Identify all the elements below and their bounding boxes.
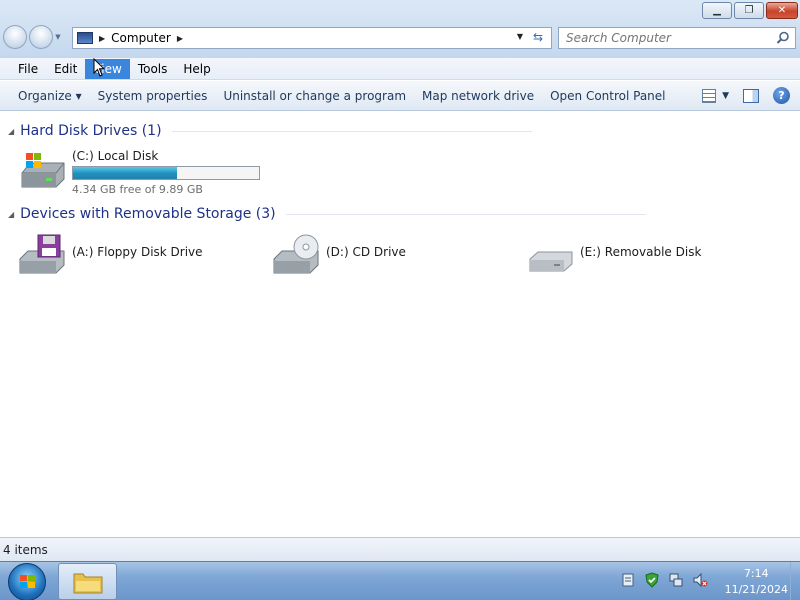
group-title: Devices with Removable Storage (3) (20, 206, 276, 222)
address-bar[interactable]: ▶ Computer ▶ ▼ ⇆ (72, 27, 552, 49)
drive-name: (D:) CD Drive (326, 245, 406, 259)
removable-storage-header[interactable]: ◢ Devices with Removable Storage (3) (8, 206, 646, 222)
group-divider (171, 130, 532, 132)
view-options-icon (702, 88, 717, 103)
back-button[interactable] (3, 25, 27, 49)
breadcrumb-arrow-icon[interactable]: ▶ (177, 34, 183, 43)
clock-time: 7:14 (743, 567, 769, 580)
drive-e[interactable]: (E:) Removable Disk (526, 233, 701, 275)
map-network-drive-button[interactable]: Map network drive (414, 89, 542, 103)
volume-muted-icon[interactable] (692, 572, 708, 588)
drive-c[interactable]: (C:) Local Disk 4.34 GB free of 9.89 GB (18, 149, 260, 196)
computer-icon (77, 32, 93, 44)
drive-free-space: 4.34 GB free of 9.89 GB (72, 183, 203, 196)
menu-tools[interactable]: Tools (130, 59, 176, 79)
command-bar: Organize ▾ System properties Uninstall o… (0, 81, 800, 111)
removable-disk-icon (529, 251, 573, 272)
windows-logo-icon (20, 575, 35, 588)
taskbar-explorer-button[interactable] (58, 563, 117, 600)
group-divider (285, 213, 646, 215)
group-title: Hard Disk Drives (1) (20, 123, 162, 139)
view-controls: ▼ ? (702, 87, 790, 104)
help-icon[interactable]: ? (773, 87, 790, 104)
uninstall-program-button[interactable]: Uninstall or change a program (215, 89, 414, 103)
collapse-triangle-icon[interactable]: ◢ (8, 127, 14, 136)
menu-bar: File Edit View Tools Help (0, 58, 800, 80)
drive-name: (A:) Floppy Disk Drive (72, 245, 203, 259)
clock-date: 11/21/2024 (724, 583, 788, 596)
floppy-drive-icon (19, 234, 65, 274)
local-disk-icon (21, 153, 65, 188)
clock[interactable]: 7:14 11/21/2024 (725, 566, 788, 598)
action-center-icon[interactable] (620, 572, 636, 588)
recent-pages-dropdown[interactable]: ▼ (53, 25, 63, 49)
restore-button[interactable]: ❐ (734, 2, 764, 19)
window-chrome: ▁ ❐ ✕ ▼ ▶ Computer ▶ ▼ ⇆ (0, 0, 800, 58)
search-input[interactable] (566, 31, 766, 45)
window-controls: ▁ ❐ ✕ (702, 2, 798, 19)
address-dropdown-icon[interactable]: ▼ (517, 32, 523, 41)
preview-pane-icon[interactable] (743, 88, 759, 103)
close-button[interactable]: ✕ (766, 2, 798, 19)
navigation-buttons: ▼ (3, 25, 63, 49)
organize-button[interactable]: Organize ▾ (10, 89, 90, 103)
drive-d[interactable]: (D:) CD Drive (272, 233, 406, 275)
cd-drive-icon (273, 234, 319, 274)
content-area: ◢ Hard Disk Drives (1) (C:) Local Disk 4… (0, 112, 800, 537)
drive-name: (C:) Local Disk (72, 149, 159, 163)
start-button[interactable] (8, 563, 46, 600)
drive-a[interactable]: (A:) Floppy Disk Drive (18, 233, 203, 275)
chevron-down-icon: ▾ (75, 88, 82, 103)
search-icon[interactable] (776, 31, 790, 45)
drive-name: (E:) Removable Disk (580, 245, 702, 259)
menu-edit[interactable]: Edit (46, 59, 85, 79)
breadcrumb-computer[interactable]: Computer (111, 31, 171, 45)
item-count: 4 items (3, 542, 48, 557)
open-control-panel-button[interactable]: Open Control Panel (542, 89, 673, 103)
system-tray (620, 572, 708, 588)
organize-label: Organize (18, 88, 72, 103)
refresh-icon[interactable]: ⇆ (529, 30, 547, 46)
change-view-button[interactable]: ▼ (702, 88, 729, 103)
network-icon[interactable] (668, 572, 684, 588)
menu-file[interactable]: File (10, 59, 46, 79)
mouse-cursor-icon (93, 58, 105, 77)
chevron-down-icon: ▼ (722, 90, 729, 101)
folder-icon (73, 573, 103, 594)
system-properties-button[interactable]: System properties (90, 89, 216, 103)
forward-button[interactable] (29, 25, 53, 49)
breadcrumb-arrow-icon[interactable]: ▶ (99, 34, 105, 43)
hard-disk-drives-header[interactable]: ◢ Hard Disk Drives (1) (8, 123, 532, 139)
minimize-button[interactable]: ▁ (702, 2, 732, 19)
show-desktop-button[interactable] (790, 562, 800, 600)
status-bar: 4 items (0, 537, 800, 561)
capacity-bar-fill (73, 167, 178, 179)
taskbar: 7:14 11/21/2024 (0, 561, 800, 600)
menu-help[interactable]: Help (175, 59, 218, 79)
collapse-triangle-icon[interactable]: ◢ (8, 210, 14, 219)
search-box[interactable] (558, 27, 796, 49)
capacity-bar (72, 166, 260, 180)
security-shield-icon[interactable] (644, 572, 660, 588)
